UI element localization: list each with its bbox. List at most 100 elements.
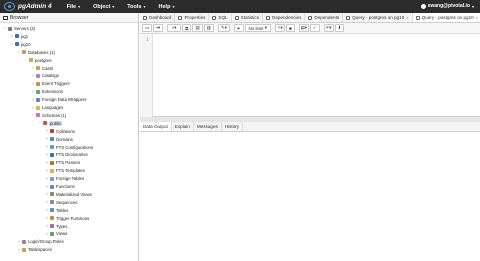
tree-node-sequences[interactable]: + Sequences: [45, 199, 78, 206]
tree-node-tablespaces[interactable]: + Tablespaces: [17, 246, 52, 253]
delete-button[interactable]: ▥: [203, 24, 214, 32]
tree-node-servers-2[interactable]: − Servers (2): [3, 25, 35, 32]
expand-icon[interactable]: +: [45, 200, 49, 204]
tree-node-tables[interactable]: + Tables: [45, 207, 69, 214]
expand-icon[interactable]: +: [10, 34, 14, 38]
tree-node-materialized-views[interactable]: + Materialized Views: [45, 191, 92, 198]
expand-icon[interactable]: +: [45, 208, 49, 212]
tab-dependents[interactable]: Dependents: [305, 13, 344, 22]
close-icon[interactable]: ×: [476, 15, 478, 20]
expand-icon[interactable]: +: [45, 216, 49, 220]
expand-icon[interactable]: +: [17, 247, 21, 252]
limit-select[interactable]: No limit ▾: [244, 24, 272, 32]
tab-dependencies[interactable]: Dependencies: [263, 13, 306, 22]
menu-object[interactable]: Object ▾: [93, 4, 114, 10]
tree-node-views[interactable]: + Views: [45, 230, 68, 237]
expand-icon[interactable]: +: [31, 73, 35, 78]
expand-icon[interactable]: +: [45, 152, 49, 157]
clear-button[interactable]: ✐▾: [323, 24, 334, 32]
paste-button[interactable]: ▤: [192, 24, 203, 32]
tree-node-public[interactable]: − public: [38, 120, 63, 127]
close-icon[interactable]: ×: [406, 15, 408, 20]
expand-icon[interactable]: +: [31, 89, 35, 94]
tab-query-postgres-on-pg10-7[interactable]: Query - postgres on pg10 ×: [412, 13, 480, 22]
tree-node-foreign-tables[interactable]: + Foreign Tables: [45, 175, 84, 182]
expand-icon[interactable]: +: [45, 176, 49, 181]
collapse-icon[interactable]: −: [31, 113, 35, 117]
tree-node-extensions[interactable]: + Extensions: [31, 88, 63, 95]
tab-sql[interactable]: SQL: [209, 13, 232, 22]
search-button[interactable]: ⌕▾: [167, 24, 182, 32]
tree-node-trigger-functions[interactable]: + Trigger Functions: [45, 215, 89, 222]
output-tab-history[interactable]: History: [222, 122, 244, 131]
expand-icon[interactable]: +: [31, 66, 35, 70]
expand-icon[interactable]: +: [45, 145, 49, 149]
menu-help[interactable]: Help ▾: [159, 4, 175, 10]
tab-properties[interactable]: Properties: [175, 13, 210, 22]
tree-node-databases-1[interactable]: − Databases (1): [17, 49, 55, 56]
sql-editor[interactable]: 1: [140, 34, 480, 117]
collapse-icon[interactable]: −: [10, 42, 14, 46]
tree-node-postgres[interactable]: − postgres: [24, 57, 52, 64]
tree-node-types[interactable]: + Types: [45, 223, 68, 230]
tab-statistics[interactable]: Statistics: [232, 13, 264, 22]
expand-icon[interactable]: +: [31, 105, 35, 110]
commit-button[interactable]: ✓: [309, 24, 320, 32]
execute-button[interactable]: ⚡▾: [275, 24, 286, 32]
tree-node-languages[interactable]: + Languages: [31, 104, 63, 111]
open-file-button[interactable]: ▭: [142, 24, 153, 32]
tree-node-foreign-data-wrappers[interactable]: + Foreign Data Wrappers: [31, 96, 87, 103]
collapse-icon[interactable]: −: [17, 50, 21, 54]
collapse-icon[interactable]: −: [3, 26, 7, 31]
brand[interactable]: pgAdmin 4: [4, 0, 52, 13]
dashboard-icon: [143, 15, 147, 20]
expand-icon[interactable]: +: [45, 192, 49, 196]
save-button[interactable]: ▪▾: [153, 24, 164, 32]
download-button[interactable]: ⬇: [334, 24, 345, 32]
tree-node-pg10[interactable]: − pg10: [10, 41, 31, 48]
expand-icon[interactable]: +: [45, 168, 49, 173]
expand-icon[interactable]: +: [17, 239, 21, 244]
edit-button[interactable]: ✎▾: [217, 24, 230, 32]
tree-node-fts-configurations[interactable]: + FTS Configurations: [45, 144, 93, 151]
stop-button[interactable]: ■: [286, 24, 295, 32]
expand-icon[interactable]: +: [31, 97, 35, 102]
tree-node-domains[interactable]: + Domains: [45, 136, 73, 143]
collapse-icon[interactable]: −: [38, 121, 42, 125]
tree-node-login-group-roles[interactable]: + Login/Group Roles: [17, 238, 64, 245]
explain-button[interactable]: ▤▾: [298, 24, 309, 32]
expand-icon[interactable]: +: [45, 224, 49, 228]
tree-node-pg1[interactable]: + pg1: [10, 33, 28, 40]
copy-button[interactable]: ⧉: [182, 24, 192, 32]
tree-node-fts-parsers[interactable]: + FTS Parsers: [45, 159, 80, 166]
collapse-icon[interactable]: −: [24, 58, 28, 62]
tree-node-fts-dictionaries[interactable]: + FTS Dictionaries: [45, 151, 88, 158]
tree-node-label: Casts: [42, 65, 53, 71]
tree-node-casts[interactable]: + Casts: [31, 65, 53, 72]
tree-node-label: Functions: [56, 184, 75, 189]
output-tab-messages[interactable]: Messages: [194, 122, 222, 131]
expand-icon[interactable]: +: [45, 129, 49, 133]
user-icon: [420, 3, 426, 9]
tree-node-event-triggers[interactable]: + Event Triggers: [31, 80, 70, 87]
tree-node-catalogs[interactable]: + Catalogs: [31, 72, 59, 79]
expand-icon[interactable]: +: [45, 184, 49, 189]
tab-dashboard[interactable]: Dashboard: [140, 13, 176, 22]
menu-tools[interactable]: Tools ▾: [127, 4, 145, 10]
tree-node-collations[interactable]: + Collations: [45, 128, 75, 135]
user-menu[interactable]: swang@pivotal.io ▾: [420, 3, 474, 9]
expand-icon[interactable]: +: [45, 160, 49, 165]
expand-icon[interactable]: +: [45, 231, 49, 236]
tab-query-postgres-on-pg10-6[interactable]: Query - postgres on pg10 ×: [343, 13, 413, 22]
menu-file[interactable]: File ▾: [67, 4, 81, 10]
tree-node-functions[interactable]: + Functions: [45, 183, 75, 190]
expand-icon[interactable]: +: [31, 81, 35, 86]
output-tab-explain[interactable]: Explain: [172, 122, 194, 131]
domains-icon: [50, 137, 54, 142]
expand-icon[interactable]: +: [45, 137, 49, 141]
tree-node-schemas-1[interactable]: − Schemas (1): [31, 112, 67, 119]
output-tab-data-output[interactable]: Data Output: [140, 122, 172, 131]
browser-header: Browser: [0, 13, 138, 23]
filter-button[interactable]: ⏷: [233, 24, 244, 32]
tree-node-fts-templates[interactable]: + FTS Templates: [45, 167, 85, 174]
